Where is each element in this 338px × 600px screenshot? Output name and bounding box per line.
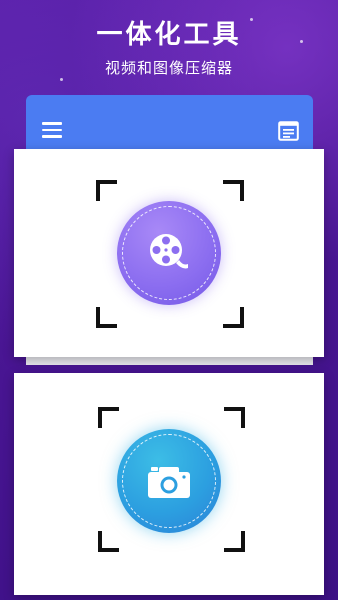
video-compress-button[interactable] bbox=[117, 201, 221, 305]
frame-corner bbox=[96, 180, 117, 201]
frame-corner bbox=[98, 531, 119, 552]
sparkle-dot bbox=[60, 78, 63, 81]
video-compressor-card[interactable] bbox=[14, 149, 324, 357]
frame-corner bbox=[96, 307, 117, 328]
document-icon[interactable] bbox=[278, 121, 299, 141]
image-compress-button[interactable] bbox=[117, 429, 221, 533]
menu-icon[interactable] bbox=[42, 122, 62, 138]
frame-corner bbox=[224, 531, 245, 552]
image-compressor-card[interactable] bbox=[14, 373, 324, 595]
app-subtitle: 视频和图像压缩器 bbox=[104, 59, 233, 77]
frame-corner bbox=[224, 407, 245, 428]
frame-corner bbox=[223, 180, 244, 201]
frame-corner bbox=[223, 307, 244, 328]
frame-corner bbox=[98, 407, 119, 428]
app-title: 一体化工具 bbox=[96, 20, 242, 50]
